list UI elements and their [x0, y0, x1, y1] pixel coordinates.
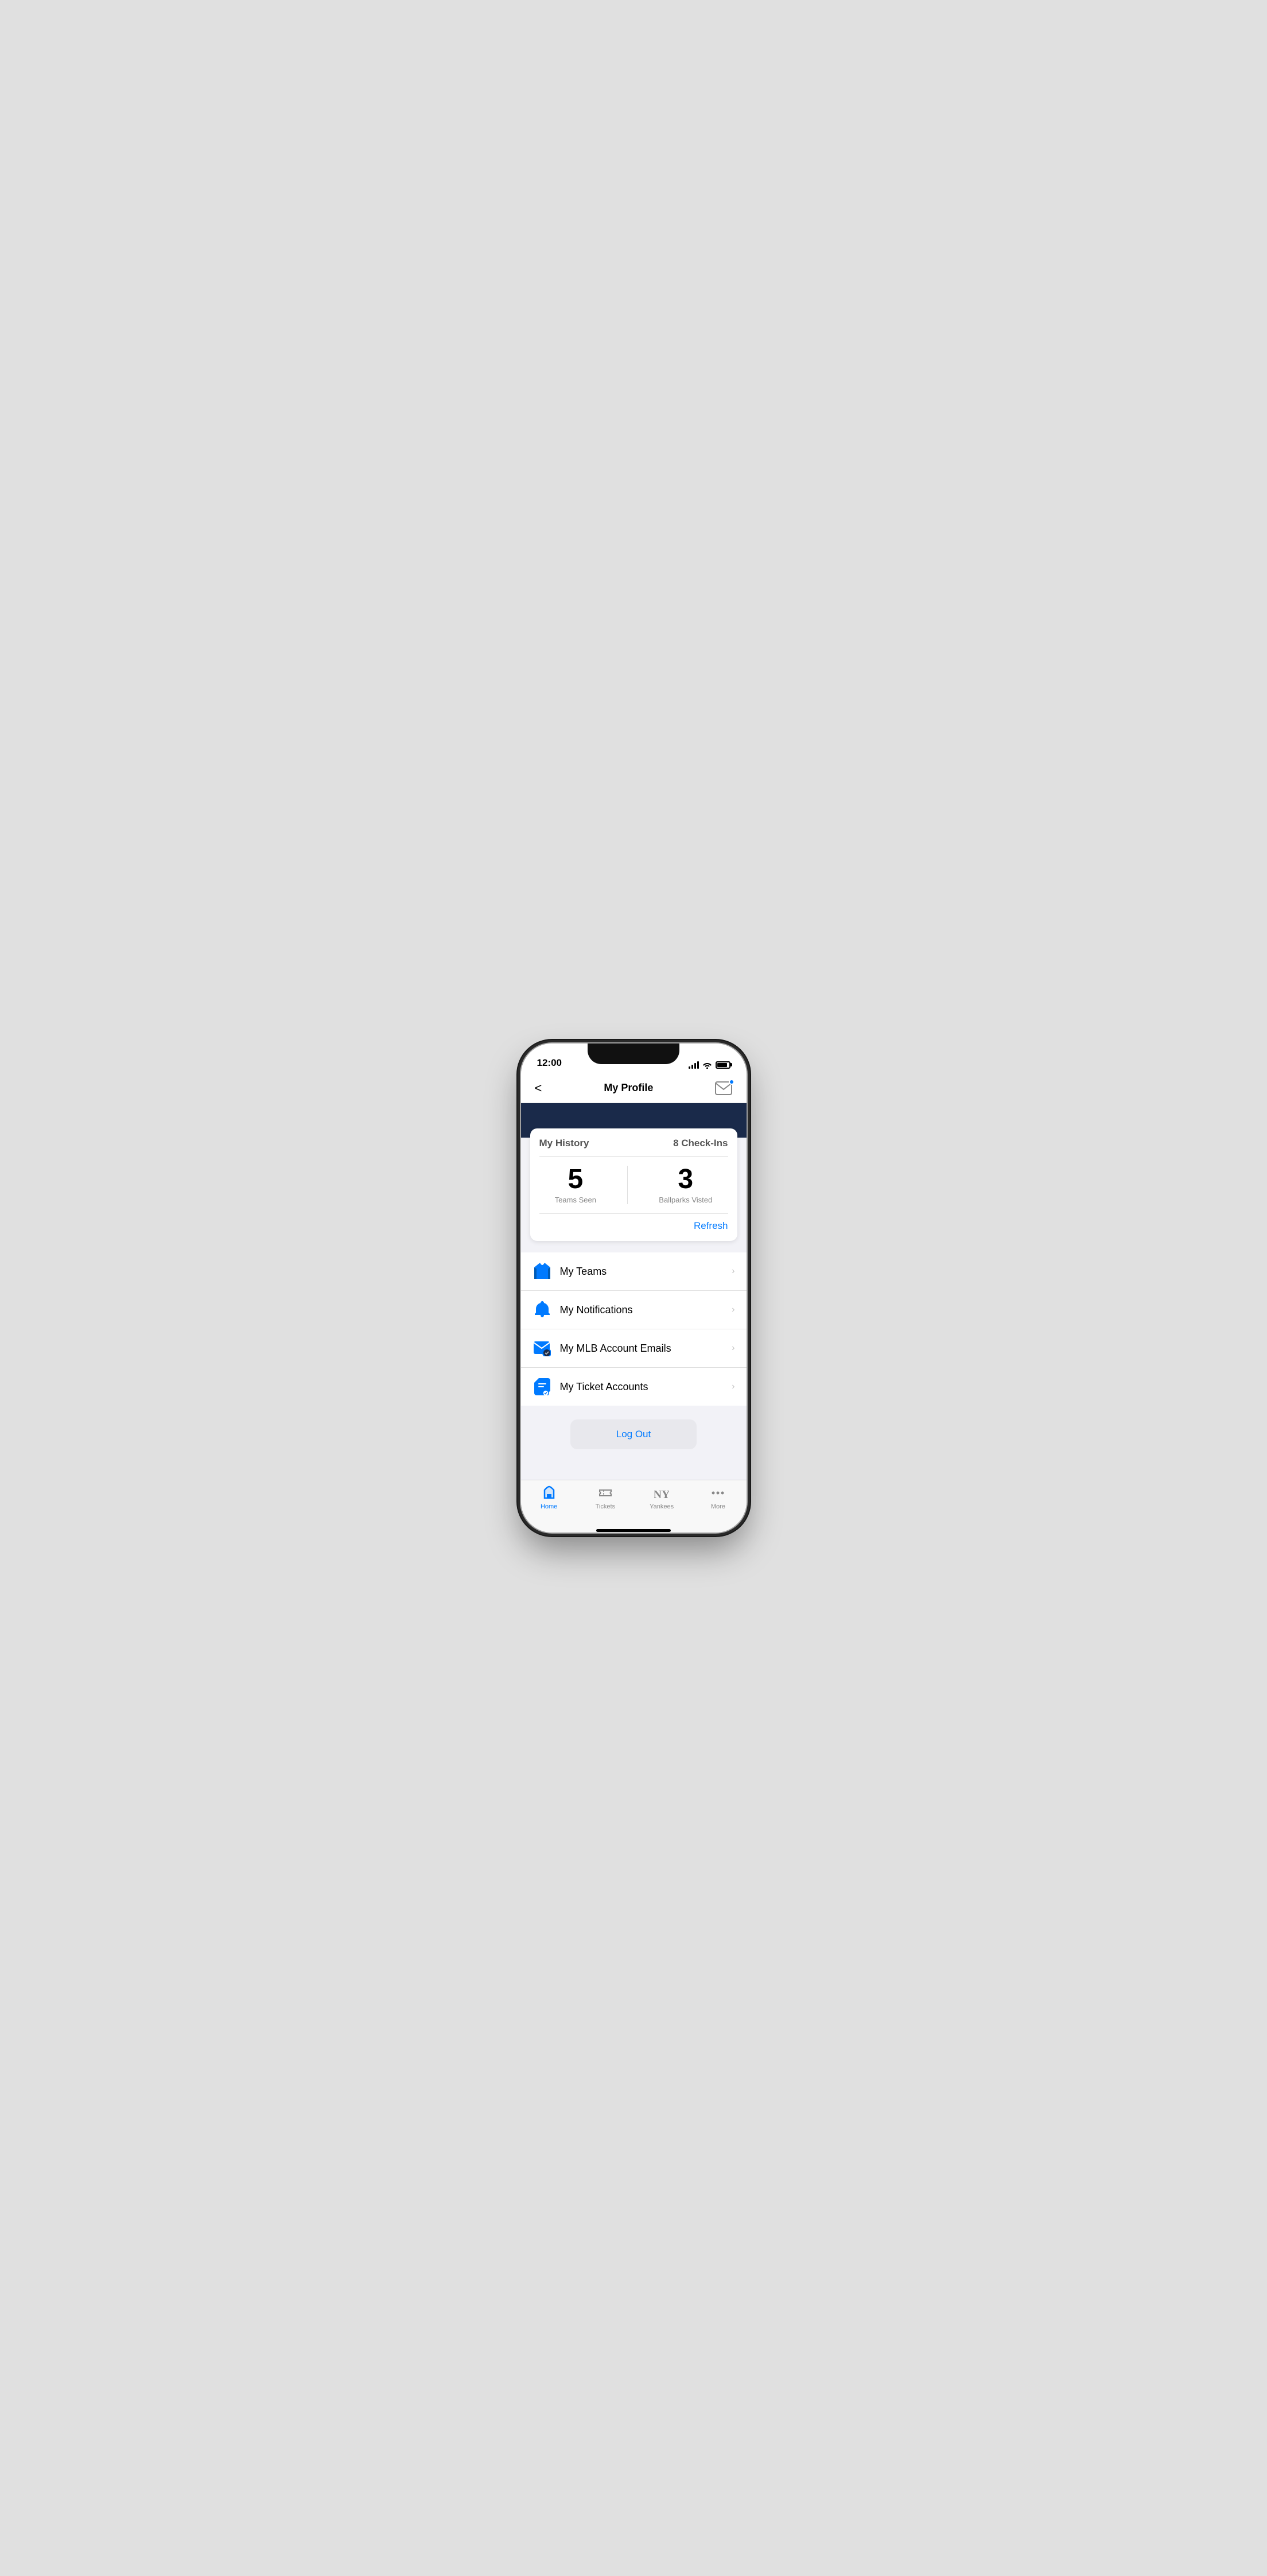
yankees-tab-label: Yankees	[650, 1503, 674, 1510]
history-title: My History	[539, 1138, 589, 1149]
home-icon	[541, 1485, 557, 1501]
teams-seen-stat: 5 Teams Seen	[555, 1166, 596, 1204]
content-spacer	[521, 1463, 747, 1480]
tickets-tab-label: Tickets	[596, 1503, 615, 1510]
ballparks-visited-stat: 3 Ballparks Visted	[659, 1166, 712, 1204]
tab-home[interactable]: Home	[521, 1485, 577, 1510]
status-icons	[689, 1061, 730, 1069]
menu-item-my-mlb-emails[interactable]: My MLB Account Emails ›	[521, 1329, 747, 1368]
signal-bars-icon	[689, 1061, 699, 1069]
back-button[interactable]: <	[530, 1076, 547, 1100]
ticket-icon	[533, 1377, 552, 1396]
history-footer-divider	[539, 1213, 728, 1214]
tickets-icon	[597, 1485, 613, 1501]
my-ticket-accounts-label: My Ticket Accounts	[560, 1381, 732, 1393]
chevron-right-icon: ›	[732, 1305, 734, 1315]
my-notifications-label: My Notifications	[560, 1304, 732, 1316]
logout-button[interactable]: Log Out	[570, 1419, 697, 1449]
history-card: My History 8 Check-Ins 5 Teams Seen 3 Ba…	[530, 1128, 737, 1241]
refresh-button[interactable]: Refresh	[539, 1220, 728, 1232]
checkins-count: 8 Check-Ins	[673, 1138, 728, 1149]
teams-seen-number: 5	[568, 1166, 583, 1193]
ballparks-label: Ballparks Visted	[659, 1196, 712, 1204]
tab-bar: Home Tickets NY Yankees	[521, 1480, 747, 1528]
my-mlb-emails-label: My MLB Account Emails	[560, 1343, 732, 1355]
tab-tickets[interactable]: Tickets	[577, 1485, 634, 1510]
ballparks-number: 3	[678, 1166, 693, 1193]
email-icon	[533, 1339, 552, 1358]
menu-section: My Teams › My Notifications ›	[521, 1252, 747, 1406]
stats-divider	[627, 1166, 628, 1204]
notch	[588, 1043, 679, 1064]
home-bar	[596, 1529, 671, 1532]
bell-icon	[533, 1300, 552, 1320]
battery-icon	[716, 1061, 730, 1069]
history-stats: 5 Teams Seen 3 Ballparks Visted	[539, 1166, 728, 1204]
tab-more[interactable]: More	[690, 1485, 746, 1510]
wifi-icon	[702, 1061, 712, 1069]
more-tab-label: More	[711, 1503, 725, 1510]
logout-section: Log Out	[521, 1406, 747, 1463]
navigation-header: < My Profile	[521, 1073, 747, 1103]
home-tab-label: Home	[541, 1503, 557, 1510]
teams-seen-label: Teams Seen	[555, 1196, 596, 1204]
jersey-icon	[533, 1262, 552, 1281]
main-content: My History 8 Check-Ins 5 Teams Seen 3 Ba…	[521, 1103, 747, 1480]
mail-notification-dot	[729, 1079, 734, 1085]
svg-text:NY: NY	[654, 1488, 669, 1500]
mail-button[interactable]	[710, 1077, 737, 1100]
history-divider	[539, 1156, 728, 1157]
history-header: My History 8 Check-Ins	[539, 1138, 728, 1149]
status-time: 12:00	[537, 1057, 562, 1069]
menu-item-my-ticket-accounts[interactable]: My Ticket Accounts ›	[521, 1368, 747, 1406]
home-indicator	[521, 1528, 747, 1533]
menu-item-my-teams[interactable]: My Teams ›	[521, 1252, 747, 1291]
tab-yankees[interactable]: NY Yankees	[634, 1485, 690, 1510]
phone-frame: 12:00 < My Profile	[521, 1043, 747, 1533]
page-title: My Profile	[604, 1082, 653, 1094]
chevron-right-icon: ›	[732, 1266, 734, 1277]
yankees-icon: NY	[654, 1485, 670, 1501]
chevron-right-icon: ›	[732, 1343, 734, 1353]
my-teams-label: My Teams	[560, 1266, 732, 1278]
menu-item-my-notifications[interactable]: My Notifications ›	[521, 1291, 747, 1329]
chevron-right-icon: ›	[732, 1382, 734, 1392]
more-icon	[710, 1485, 726, 1501]
refresh-label[interactable]: Refresh	[694, 1220, 728, 1231]
